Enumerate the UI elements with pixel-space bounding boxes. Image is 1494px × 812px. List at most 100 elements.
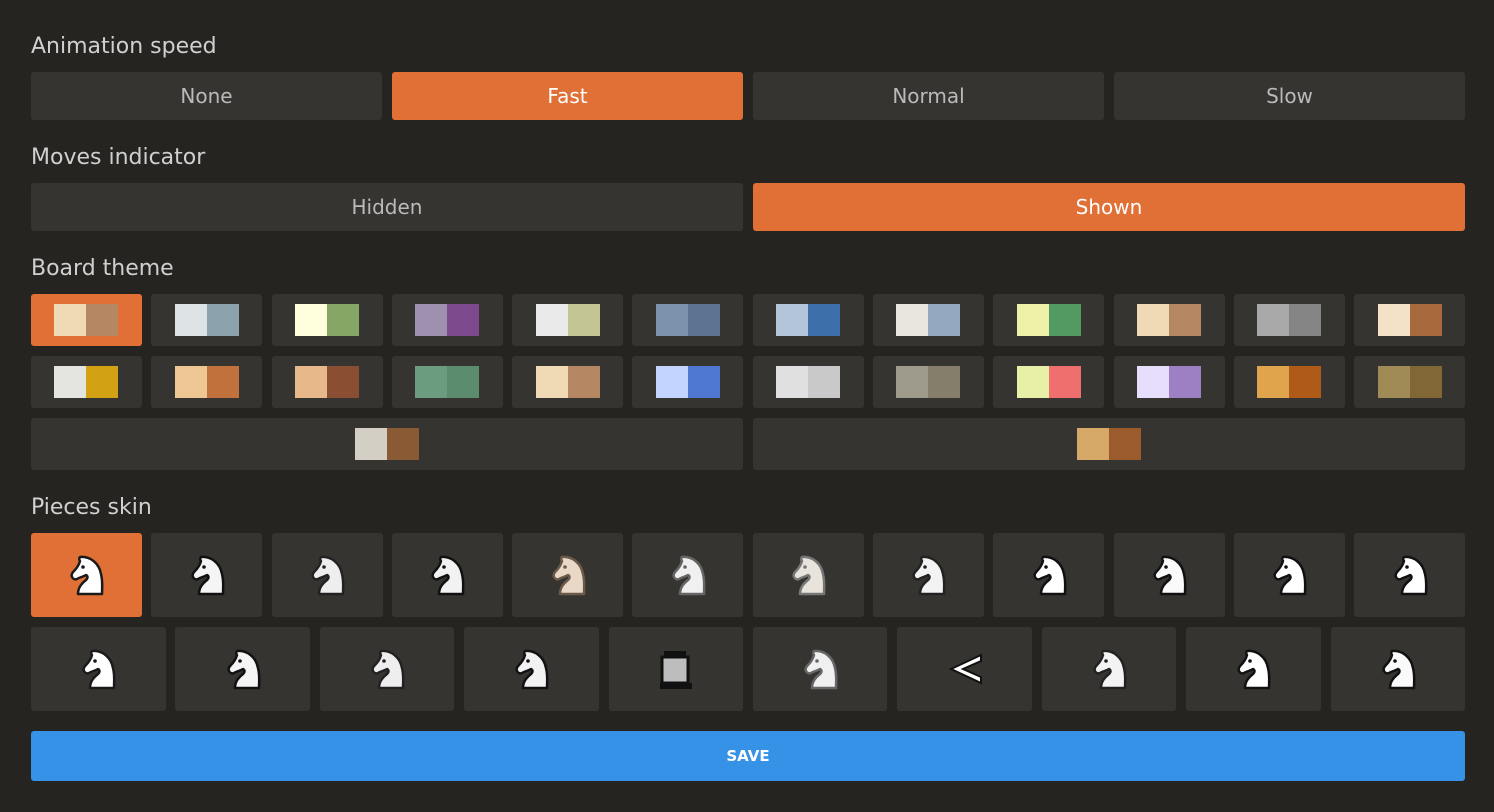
- animation-normal-button[interactable]: Normal: [753, 72, 1104, 120]
- board-theme-row-1: [31, 294, 1466, 346]
- board-swatch: [896, 366, 961, 398]
- board-theme-option[interactable]: [512, 294, 624, 346]
- light-square: [655, 304, 688, 336]
- board-swatch: [415, 366, 480, 398]
- board-theme-option[interactable]: [872, 294, 984, 346]
- board-theme-option[interactable]: [151, 356, 263, 408]
- piece-skin-option[interactable]: [993, 533, 1105, 617]
- animation-none-button[interactable]: None: [31, 72, 382, 120]
- board-swatch: [1137, 366, 1202, 398]
- animation-fast-button[interactable]: Fast: [392, 72, 743, 120]
- piece-skin-option[interactable]: [31, 627, 166, 711]
- dark-square: [687, 304, 720, 336]
- board-theme-option[interactable]: [1113, 294, 1225, 346]
- board-theme-option[interactable]: [872, 356, 984, 408]
- light-square: [174, 304, 207, 336]
- board-theme-option[interactable]: [1233, 294, 1345, 346]
- piece-skin-option[interactable]: [1186, 627, 1321, 711]
- board-theme-option[interactable]: [391, 294, 503, 346]
- board-swatch: [174, 304, 239, 336]
- dark-square: [808, 304, 841, 336]
- board-swatch: [776, 304, 841, 336]
- light-square: [535, 304, 568, 336]
- moves-shown-button[interactable]: Shown: [753, 183, 1465, 231]
- light-square: [415, 304, 448, 336]
- board-theme-option[interactable]: [752, 356, 864, 408]
- piece-skin-option[interactable]: [391, 533, 503, 617]
- light-square: [295, 366, 328, 398]
- knight-icon-riohacha: [1021, 547, 1077, 603]
- light-square: [1016, 304, 1049, 336]
- board-swatch: [776, 366, 841, 398]
- dark-square: [567, 304, 600, 336]
- piece-skin-option[interactable]: [464, 627, 599, 711]
- piece-skin-option[interactable]: [608, 627, 744, 711]
- piece-skin-option[interactable]: [872, 533, 984, 617]
- light-square: [174, 366, 207, 398]
- animation-speed-options: None Fast Normal Slow: [31, 72, 1465, 120]
- board-theme-option[interactable]: [993, 294, 1105, 346]
- animation-slow-button[interactable]: Slow: [1114, 72, 1465, 120]
- piece-skin-option[interactable]: [1354, 533, 1466, 617]
- board-theme-option[interactable]: [752, 294, 864, 346]
- board-swatch: [896, 304, 961, 336]
- save-button[interactable]: SAVE: [31, 731, 1465, 781]
- board-theme-option[interactable]: [391, 356, 503, 408]
- piece-skin-option[interactable]: [175, 627, 310, 711]
- light-square: [1137, 304, 1170, 336]
- board-theme-option[interactable]: [31, 356, 142, 408]
- board-theme-option[interactable]: [31, 294, 142, 346]
- knight-icon-chessnut: [540, 547, 596, 603]
- piece-skin-option[interactable]: [752, 533, 864, 617]
- piece-skin-option[interactable]: [1113, 533, 1225, 617]
- board-theme-option[interactable]: [993, 356, 1105, 408]
- board-theme-option[interactable]: [271, 356, 383, 408]
- board-theme-option[interactable]: [632, 294, 744, 346]
- dark-square: [928, 366, 961, 398]
- dark-square: [687, 366, 720, 398]
- board-swatch: [355, 428, 419, 460]
- piece-skin-option[interactable]: [271, 533, 383, 617]
- moves-hidden-button[interactable]: Hidden: [31, 183, 743, 231]
- light-square: [1257, 366, 1290, 398]
- piece-skin-option[interactable]: [1233, 533, 1345, 617]
- board-theme-option[interactable]: [31, 418, 743, 470]
- board-swatch: [1137, 304, 1202, 336]
- light-square: [295, 304, 328, 336]
- piece-skin-option[interactable]: [897, 627, 1032, 711]
- board-swatch: [295, 366, 360, 398]
- light-square: [1137, 366, 1170, 398]
- board-theme-option[interactable]: [512, 356, 624, 408]
- piece-skin-option[interactable]: [31, 533, 142, 617]
- piece-skin-option[interactable]: [1041, 627, 1177, 711]
- dark-square: [327, 304, 360, 336]
- board-swatch: [655, 366, 720, 398]
- piece-skin-option[interactable]: [752, 627, 888, 711]
- piece-skin-option[interactable]: [632, 533, 744, 617]
- piece-skin-option[interactable]: [1330, 627, 1466, 711]
- board-theme-option[interactable]: [1354, 294, 1466, 346]
- piece-skin-option[interactable]: [151, 533, 263, 617]
- board-theme-option[interactable]: [1233, 356, 1345, 408]
- board-swatch: [1016, 366, 1081, 398]
- dark-square: [1169, 366, 1202, 398]
- board-theme-option[interactable]: [632, 356, 744, 408]
- board-theme-option[interactable]: [1354, 356, 1466, 408]
- piece-skin-option[interactable]: [512, 533, 624, 617]
- light-square: [776, 366, 809, 398]
- board-theme-option[interactable]: [151, 294, 263, 346]
- board-swatch: [54, 366, 119, 398]
- board-swatch: [1257, 304, 1322, 336]
- dark-square: [327, 366, 360, 398]
- light-square: [535, 366, 568, 398]
- dark-square: [206, 366, 239, 398]
- dark-square: [1169, 304, 1202, 336]
- board-swatch: [655, 304, 720, 336]
- board-swatch: [54, 304, 119, 336]
- board-theme-option[interactable]: [753, 418, 1465, 470]
- knight-icon-chess7: [660, 547, 716, 603]
- board-theme-option[interactable]: [271, 294, 383, 346]
- board-theme-option[interactable]: [1113, 356, 1225, 408]
- piece-skin-option[interactable]: [319, 627, 455, 711]
- dark-square: [1048, 366, 1081, 398]
